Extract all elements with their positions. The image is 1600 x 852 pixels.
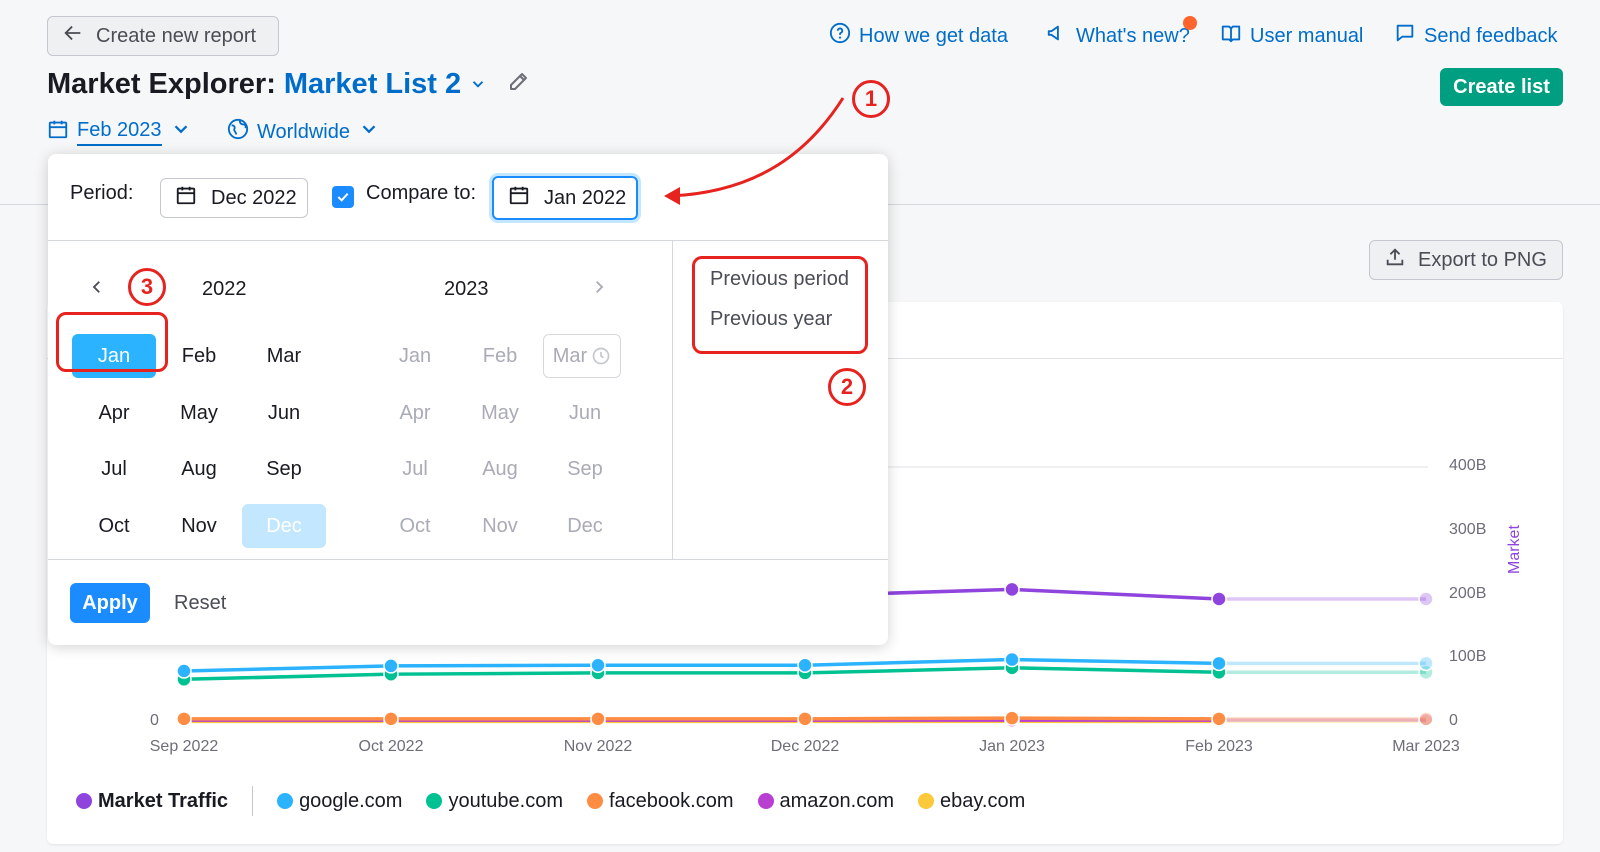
annotation-badge-3: 3 [128,268,166,306]
annotation-badge-1: 1 [852,80,890,118]
annotation-box-presets [692,256,868,354]
annotation-badge-2: 2 [828,368,866,406]
annotation-box-jan [56,312,168,372]
annotation-arrow [664,97,845,205]
